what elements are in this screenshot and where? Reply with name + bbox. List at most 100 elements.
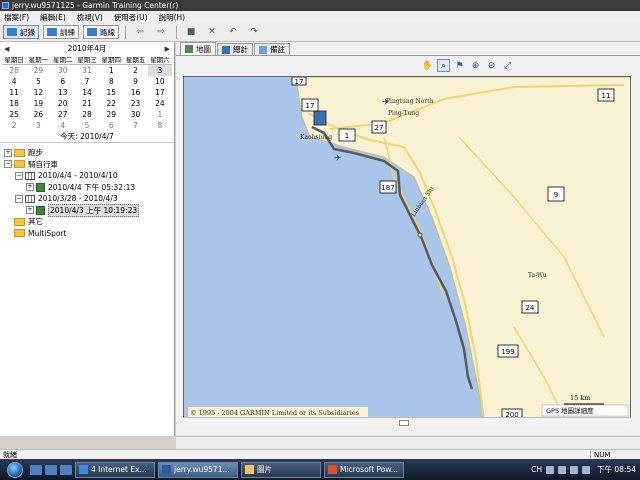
calendar-day[interactable]: 29	[99, 109, 123, 120]
tree-item-week-1[interactable]: − 2010/4/4 - 2010/4/10	[4, 170, 174, 182]
calendar-day[interactable]: 4	[2, 76, 26, 87]
calendar-day[interactable]: 2	[2, 120, 26, 131]
ime-indicator[interactable]: CH	[531, 465, 542, 474]
fit-to-window-icon[interactable]: ⤢	[501, 59, 514, 72]
zoom-in-icon[interactable]: ⊕	[469, 59, 482, 72]
calendar-day[interactable]: 23	[123, 98, 147, 109]
calendar-day[interactable]: 13	[51, 87, 75, 98]
calendar-day[interactable]: 21	[75, 98, 99, 109]
calendar-day[interactable]: 9	[123, 76, 147, 87]
calendar-day[interactable]: 31	[75, 65, 99, 76]
tree-item-activity-2[interactable]: + 2010/4/3 上午 10:19:23	[4, 203, 174, 217]
calendar-day[interactable]: 24	[148, 98, 172, 109]
volume-icon[interactable]	[582, 465, 590, 474]
routes-button[interactable]: 路線	[83, 25, 119, 39]
calendar-day[interactable]: 29	[26, 65, 50, 76]
calendar-day[interactable]: 25	[2, 109, 26, 120]
calendar-day[interactable]: 14	[75, 87, 99, 98]
next-month-icon[interactable]: ▶	[165, 45, 170, 53]
calendar-day[interactable]: 1	[99, 65, 123, 76]
zoom-tool-icon[interactable]: ⌕	[437, 59, 450, 72]
map-detail-level[interactable]: GPS 地圖詳細度	[546, 406, 594, 415]
tab-notes[interactable]: 備註	[254, 43, 290, 55]
tree-item-other[interactable]: 其它	[4, 216, 174, 228]
calendar-day[interactable]: 10	[148, 76, 172, 87]
receive-from-device-icon[interactable]: ⇦	[132, 26, 148, 38]
tray-clock[interactable]: 下午 08:54	[597, 464, 636, 475]
new-folder-icon[interactable]: ■	[183, 26, 199, 38]
calendar-day[interactable]: 2	[123, 65, 147, 76]
calendar-day[interactable]: 6	[99, 120, 123, 131]
calendar-day[interactable]: 28	[2, 65, 26, 76]
calendar-day[interactable]: 20	[51, 98, 75, 109]
training-button[interactable]: 訓練	[43, 25, 79, 39]
task-pictures[interactable]: 圖片	[241, 461, 321, 478]
map-horizontal-scrollbar[interactable]	[183, 417, 631, 427]
calendar-day[interactable]: 19	[26, 98, 50, 109]
calendar-day[interactable]: 11	[2, 87, 26, 98]
map-canvas[interactable]: 17 17 1 27 11 187 9 24 199 200 Kaohsiung…	[184, 77, 631, 418]
calendar-today[interactable]: 今天: 2010/4/7	[0, 131, 174, 143]
undo-icon[interactable]: ↶	[225, 26, 241, 38]
menu-view[interactable]: 檢視(V)	[77, 12, 103, 23]
tab-totals[interactable]: 總計	[217, 43, 253, 55]
calendar-day[interactable]: 22	[99, 98, 123, 109]
tree-item-activity-1[interactable]: + 2010/4/4 下午 05:32:13	[4, 182, 174, 194]
calendar-day[interactable]: 7	[123, 120, 147, 131]
menu-edit[interactable]: 編輯(E)	[40, 12, 66, 23]
start-flag-icon[interactable]	[313, 110, 327, 126]
delete-icon[interactable]: ✕	[204, 26, 220, 38]
quicklaunch-media-icon[interactable]	[60, 464, 72, 475]
calendar-day[interactable]: 5	[75, 120, 99, 131]
map-view[interactable]: 17 17 1 27 11 187 9 24 199 200 Kaohsiung…	[183, 76, 631, 418]
menu-file[interactable]: 檔案(F)	[4, 12, 29, 23]
flag-icon[interactable]: ⚑	[453, 59, 466, 72]
tree-item-running[interactable]: + 跑步	[4, 147, 174, 159]
expand-icon[interactable]: +	[26, 206, 34, 215]
tab-map[interactable]: 地圖	[180, 42, 216, 55]
collapse-icon[interactable]: −	[4, 160, 12, 169]
history-button[interactable]: 記錄	[3, 25, 39, 39]
calendar-day[interactable]: 27	[51, 109, 75, 120]
calendar-day[interactable]: 28	[75, 109, 99, 120]
tray-icon[interactable]	[546, 465, 554, 474]
menu-help[interactable]: 說明(H)	[159, 12, 186, 23]
prev-month-icon[interactable]: ◀	[4, 45, 9, 53]
calendar-day[interactable]: 7	[75, 76, 99, 87]
expand-icon[interactable]: +	[26, 183, 34, 192]
task-garmin[interactable]: jerry.wu9571...	[158, 461, 238, 478]
menu-user[interactable]: 使用者(U)	[114, 12, 148, 23]
calendar-day[interactable]: 16	[123, 87, 147, 98]
calendar-day[interactable]: 4	[51, 120, 75, 131]
network-icon[interactable]	[570, 465, 578, 474]
calendar-day[interactable]: 3	[26, 120, 50, 131]
task-powerpoint[interactable]: Microsoft Pow...	[324, 461, 404, 478]
calendar-day[interactable]: 30	[51, 65, 75, 76]
quicklaunch-desktop-icon[interactable]	[45, 464, 57, 475]
calendar-day[interactable]: 5	[26, 76, 50, 87]
calendar-day[interactable]: 12	[26, 87, 50, 98]
calendar-day[interactable]: 8	[148, 120, 172, 131]
collapse-icon[interactable]: −	[15, 194, 23, 203]
calendar-day[interactable]: 26	[26, 109, 50, 120]
calendar-day[interactable]: 8	[99, 76, 123, 87]
expand-icon[interactable]: +	[4, 148, 12, 157]
task-internet-explorer[interactable]: 4 Internet Ex...	[75, 461, 155, 478]
quicklaunch-ie-icon[interactable]	[30, 464, 42, 475]
pan-hand-icon[interactable]: ✋	[421, 59, 434, 72]
calendar-day[interactable]: 15	[99, 87, 123, 98]
send-to-device-icon[interactable]: ⇨	[153, 26, 169, 38]
collapse-icon[interactable]: −	[15, 171, 23, 180]
calendar-day[interactable]: 1	[148, 109, 172, 120]
start-button[interactable]	[0, 459, 30, 480]
scroll-thumb[interactable]	[399, 420, 409, 426]
calendar-day[interactable]: 6	[51, 76, 75, 87]
calendar-day[interactable]: 17	[148, 87, 172, 98]
redo-icon[interactable]: ↷	[246, 26, 262, 38]
calendar-day[interactable]: 30	[123, 109, 147, 120]
calendar-day[interactable]: 3	[147, 65, 172, 76]
tree-item-biking[interactable]: − 騎自行車	[4, 159, 174, 171]
calendar-day[interactable]: 18	[2, 98, 26, 109]
tree-item-multisport[interactable]: MultiSport	[4, 228, 174, 240]
zoom-out-icon[interactable]: ⊖	[485, 59, 498, 72]
